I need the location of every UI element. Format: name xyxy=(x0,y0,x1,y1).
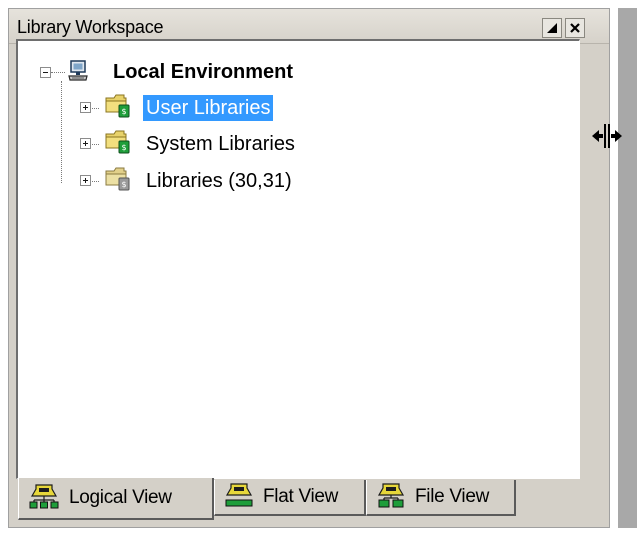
tree-item-libraries[interactable]: Libraries (30,31) xyxy=(143,168,295,194)
tree-view[interactable]: Local Environment $ User Libraries $ Sys… xyxy=(16,39,580,479)
splitter-bar[interactable] xyxy=(618,8,637,528)
resize-cursor-icon xyxy=(591,122,623,155)
library-folder-gray-icon: $ xyxy=(104,164,132,197)
library-folder-green-icon: $ xyxy=(104,91,132,124)
computer-icon xyxy=(66,59,90,88)
expand-user-libraries-button[interactable] xyxy=(80,102,91,113)
tree-connector xyxy=(51,72,65,73)
tab-logical-view[interactable]: Logical View xyxy=(18,478,214,520)
svg-text:$: $ xyxy=(121,143,126,152)
tab-logical-view-label: Logical View xyxy=(69,487,172,508)
file-view-icon xyxy=(375,482,407,513)
window-title: Library Workspace xyxy=(17,17,164,37)
logical-view-icon xyxy=(27,483,61,514)
tab-file-view-label: File View xyxy=(415,486,490,507)
svg-text:$: $ xyxy=(121,180,126,189)
tree-root-label[interactable]: Local Environment xyxy=(110,59,296,85)
expand-system-libraries-button[interactable] xyxy=(80,138,91,149)
view-tabs: Logical View Flat View File View xyxy=(16,478,580,520)
tab-file-view[interactable]: File View xyxy=(366,480,516,516)
maximize-button[interactable] xyxy=(542,18,562,38)
tree-item-user-libraries[interactable]: User Libraries xyxy=(143,95,274,121)
collapse-root-button[interactable] xyxy=(40,67,51,78)
tab-flat-view-label: Flat View xyxy=(263,486,339,507)
close-icon xyxy=(569,22,581,34)
close-button[interactable] xyxy=(565,18,585,38)
tree-item-system-libraries[interactable]: System Libraries xyxy=(143,131,298,157)
tab-flat-view[interactable]: Flat View xyxy=(214,480,366,516)
maximize-icon xyxy=(546,22,558,34)
expand-libraries-button[interactable] xyxy=(80,175,91,186)
library-folder-green-icon: $ xyxy=(104,127,132,160)
flat-view-icon xyxy=(223,482,255,513)
tree-connector xyxy=(61,81,62,183)
svg-text:$: $ xyxy=(121,107,126,116)
